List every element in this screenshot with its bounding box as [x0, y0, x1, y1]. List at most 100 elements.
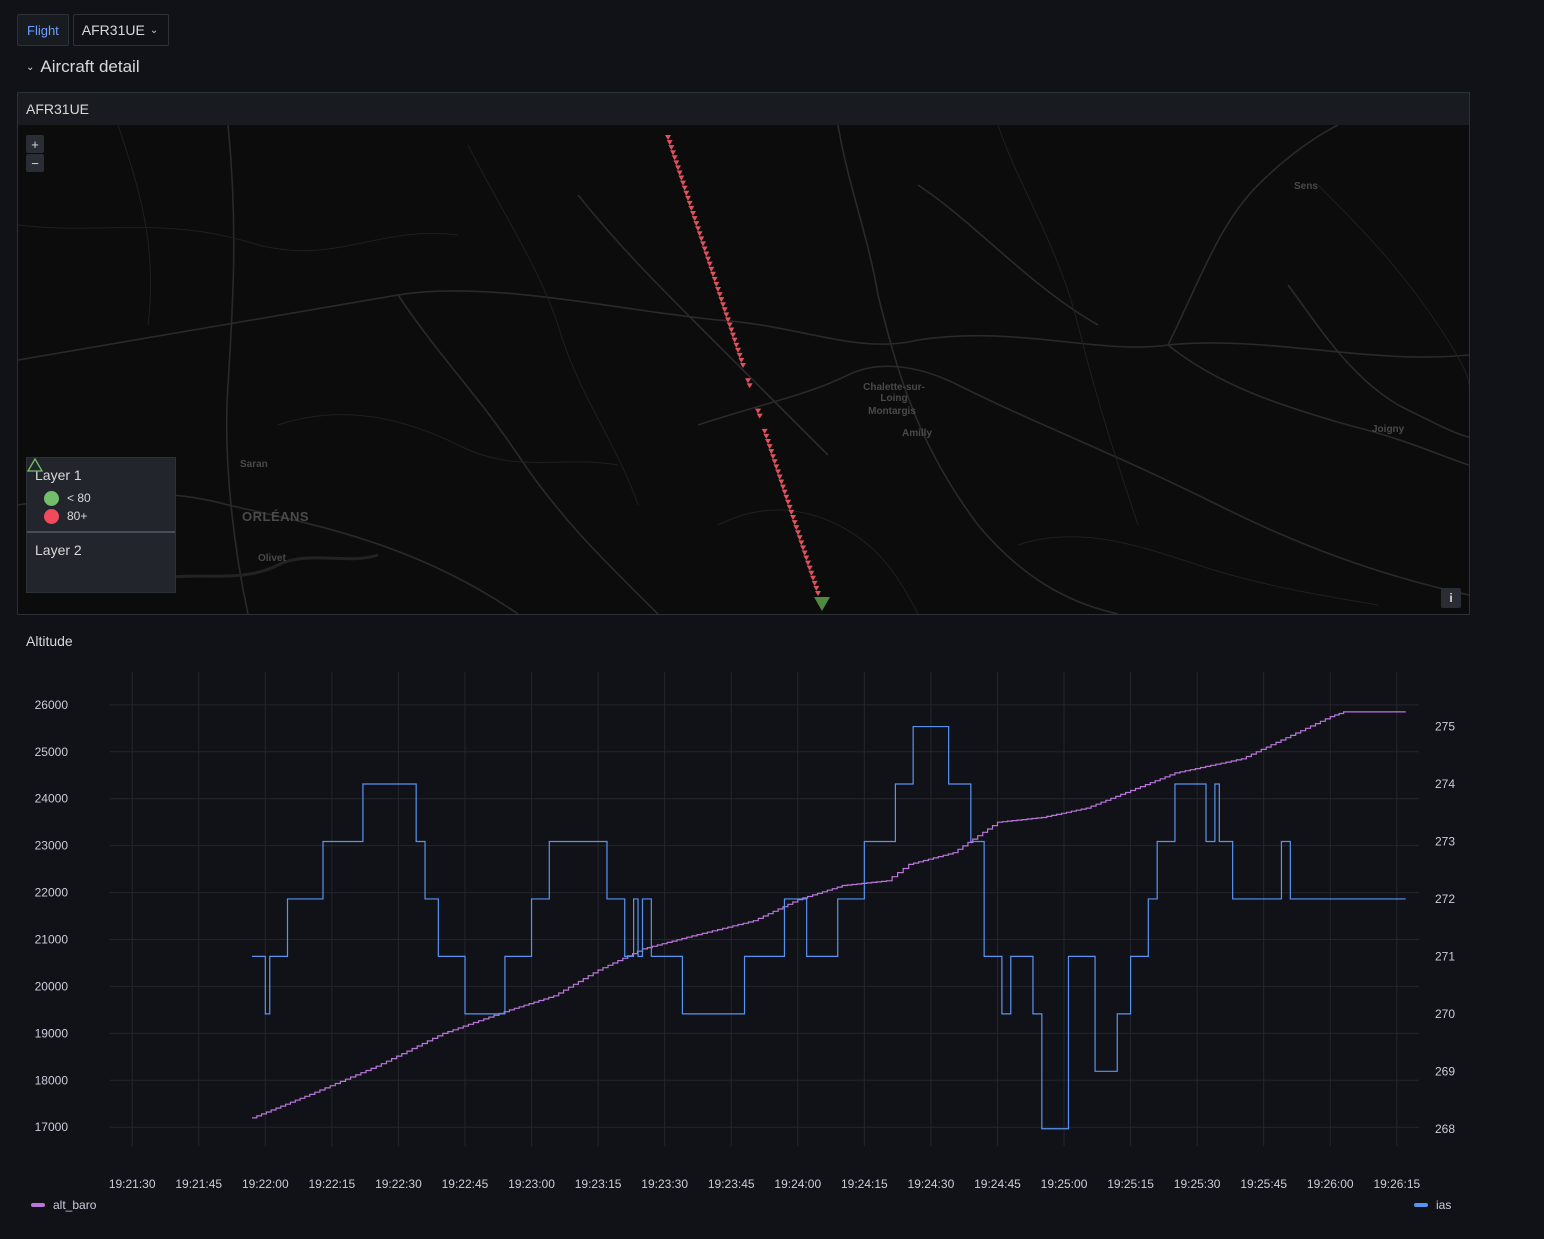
track-point [808, 570, 815, 576]
series-line-alt-baro [251, 711, 1406, 1119]
y-left-tick-label: 18000 [35, 1073, 69, 1087]
y-left-tick-label: 19000 [35, 1026, 69, 1040]
x-tick-label: 19:24:30 [908, 1177, 955, 1191]
zoom-in-button[interactable]: + [26, 135, 44, 153]
track-point [675, 165, 681, 171]
legend-series-ias[interactable]: ias [1414, 1198, 1451, 1212]
track-point [690, 211, 696, 216]
x-tick-label: 19:25:45 [1240, 1177, 1287, 1191]
panel-title[interactable]: Altitude [26, 633, 73, 649]
row-toggle[interactable]: ⌄ Aircraft detail [26, 57, 140, 77]
track-point [788, 509, 795, 515]
track-point [665, 135, 671, 140]
map-legend: Layer 1 < 80 80+ Layer 2 [26, 457, 176, 593]
y-right-tick-label: 268 [1435, 1122, 1455, 1136]
panel-title[interactable]: AFR31UE [18, 93, 1469, 125]
y-left-tick-label: 22000 [35, 886, 69, 900]
track-point [726, 322, 733, 328]
x-tick-label: 19:24:15 [841, 1177, 888, 1191]
legend-layer-2: Layer 2 [27, 458, 175, 592]
track-point [736, 352, 743, 358]
altitude-chart[interactable]: 19:21:30 19:21:45 19:22:00 19:22:15 19:22:30… [17, 624, 1470, 1224]
map-place-label: Saran [240, 459, 268, 470]
track-point [773, 464, 780, 470]
track-point [666, 140, 673, 146]
y-left-tick-label: 21000 [35, 933, 69, 947]
track-point [756, 413, 763, 419]
x-tick-label: 19:23:15 [575, 1177, 622, 1191]
map-panel: AFR31UE Sens Chalette-sur-Loing Montargi… [17, 92, 1470, 615]
x-tick-label: 19:26:00 [1307, 1177, 1354, 1191]
map-place-label: Chalette-sur-Loing [863, 382, 925, 404]
triangle-icon [27, 458, 43, 472]
track-point [715, 287, 721, 292]
track-point [768, 449, 775, 455]
track-point [761, 428, 768, 434]
track-point [733, 342, 740, 348]
track-point [703, 251, 710, 257]
variables-bar: Flight AFR31UE ⌄ [17, 14, 170, 46]
track-point [731, 337, 738, 343]
y-left-tick-label: 23000 [35, 839, 69, 853]
y-right-tick-label: 272 [1435, 892, 1455, 906]
track-point [685, 195, 691, 201]
x-tick-label: 19:22:15 [309, 1177, 356, 1191]
legend-item-label: 80+ [67, 509, 88, 523]
y-right-tick-label: 269 [1435, 1064, 1455, 1078]
track-point [815, 591, 821, 596]
track-point [813, 585, 820, 591]
legend-dot-green [44, 490, 59, 506]
track-point [738, 357, 745, 363]
track-point [795, 530, 801, 536]
track-point [713, 281, 720, 287]
y-right-tick-label: 270 [1435, 1007, 1455, 1021]
series-line-ias [251, 725, 1406, 1130]
legend-item: 80+ [35, 507, 167, 525]
legend-swatch [1414, 1203, 1428, 1207]
legend-swatch [31, 1203, 45, 1207]
track-point [721, 307, 728, 313]
legend-dot-red [44, 508, 59, 524]
x-tick-label: 19:24:45 [974, 1177, 1021, 1191]
map-place-label: Sens [1294, 181, 1318, 192]
track-point [771, 459, 778, 465]
track-point [791, 520, 798, 526]
zoom-out-button[interactable]: − [26, 154, 44, 172]
geomap[interactable]: Sens Chalette-sur-Loing Montargis Amilly… [18, 125, 1469, 614]
x-tick-label: 19:22:45 [442, 1177, 489, 1191]
y-right-tick-label: 273 [1435, 834, 1455, 848]
track-point [765, 439, 771, 444]
x-tick-label: 19:24:00 [774, 1177, 821, 1191]
track-point [673, 160, 680, 166]
track-point [785, 499, 791, 505]
track-point [745, 378, 751, 384]
track-point [776, 474, 783, 480]
chart-grid [110, 672, 1419, 1146]
track-point [696, 231, 703, 237]
y-right-tick-label: 274 [1435, 777, 1455, 791]
track-point [711, 276, 718, 282]
track-point [786, 504, 793, 510]
y-left-tick-label: 20000 [35, 979, 69, 993]
x-tick-label: 19:23:00 [508, 1177, 555, 1191]
track-point [728, 327, 735, 333]
track-point [716, 292, 723, 298]
track-point [746, 383, 753, 389]
flight-track [665, 135, 821, 596]
legend-series-alt-baro[interactable]: alt_baro [31, 1198, 96, 1212]
flight-variable-select[interactable]: AFR31UE ⌄ [72, 14, 170, 46]
x-tick-label: 19:21:45 [175, 1177, 222, 1191]
map-roads [18, 125, 1469, 614]
x-tick-label: 19:23:30 [641, 1177, 688, 1191]
map-place-label: Olivet [258, 553, 286, 564]
flight-variable-value: AFR31UE [81, 22, 145, 38]
flight-variable-label: Flight [17, 14, 69, 46]
track-point [668, 145, 675, 151]
x-tick-label: 19:26:15 [1373, 1177, 1420, 1191]
track-point [676, 170, 683, 176]
x-tick-label: 19:25:15 [1107, 1177, 1154, 1191]
track-point [806, 565, 813, 571]
track-point [706, 261, 713, 267]
attribution-info-button[interactable]: i [1441, 588, 1461, 608]
track-point [778, 479, 785, 485]
